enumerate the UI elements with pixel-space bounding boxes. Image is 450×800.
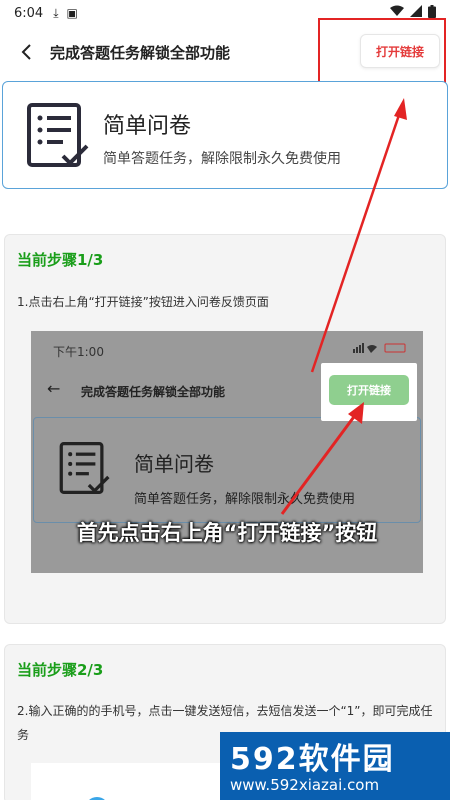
shot-survey-icon	[58, 440, 110, 496]
shot-caption: 首先点击右上角“打开链接”按钮	[76, 521, 378, 545]
status-time: 6:04	[14, 5, 44, 21]
intro-description: 简单答题任务，解除限制永久免费使用	[103, 151, 341, 167]
step-description: 1.点击右上角“打开链接”按钮进入问卷反馈页面	[17, 295, 269, 309]
intro-title: 简单问卷	[103, 114, 192, 139]
shot-card: 简单问卷 简单答题任务，解除限制永久免费使用	[33, 417, 421, 523]
shot-card-description: 简单答题任务，解除限制永久免费使用	[134, 492, 356, 507]
shot-open-link-button: 打开链接	[329, 375, 409, 405]
watermark: 592软件园 www.592xiazai.com	[220, 732, 450, 800]
shot-back-icon: ←	[47, 379, 61, 398]
step-preview-area	[31, 763, 221, 800]
shot-card-title: 简单问卷	[134, 452, 214, 476]
step-screenshot: 下午1:00 ← 完成答题任务解锁全部功能 简单问卷 简单答题任务，解除限制永久…	[31, 331, 423, 573]
shot-title: 完成答题任务解锁全部功能	[81, 385, 226, 399]
shot-status-icons	[353, 343, 409, 356]
shot-time: 下午1:00	[53, 345, 104, 359]
page-title: 完成答题任务解锁全部功能	[50, 44, 231, 62]
survey-icon	[25, 102, 89, 168]
notification-icon: ▣	[66, 6, 78, 20]
watermark-brand: 592软件园	[230, 742, 395, 777]
back-arrow-icon[interactable]	[14, 40, 38, 64]
watermark-url: www.592xiazai.com	[230, 776, 380, 794]
download-icon: ⤓	[53, 5, 59, 20]
step-title: 当前步骤1/3	[17, 251, 104, 269]
intro-card: 简单问卷 简单答题任务，解除限制永久免费使用	[2, 81, 448, 189]
step-title: 当前步骤2/3	[17, 661, 104, 679]
step-card-1: 当前步骤1/3 1.点击右上角“打开链接”按钮进入问卷反馈页面 下午1:00 ←…	[4, 234, 446, 624]
